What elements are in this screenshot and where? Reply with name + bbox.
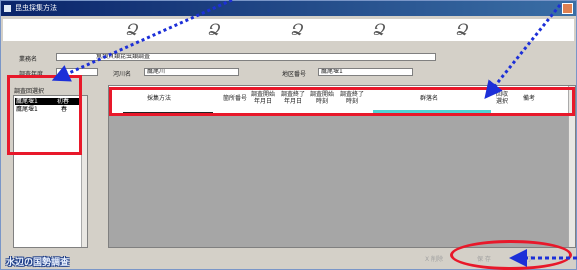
arrow-to-header bbox=[484, 4, 562, 100]
arrow-to-list bbox=[51, 0, 233, 82]
annotation-arrows bbox=[51, 0, 577, 267]
